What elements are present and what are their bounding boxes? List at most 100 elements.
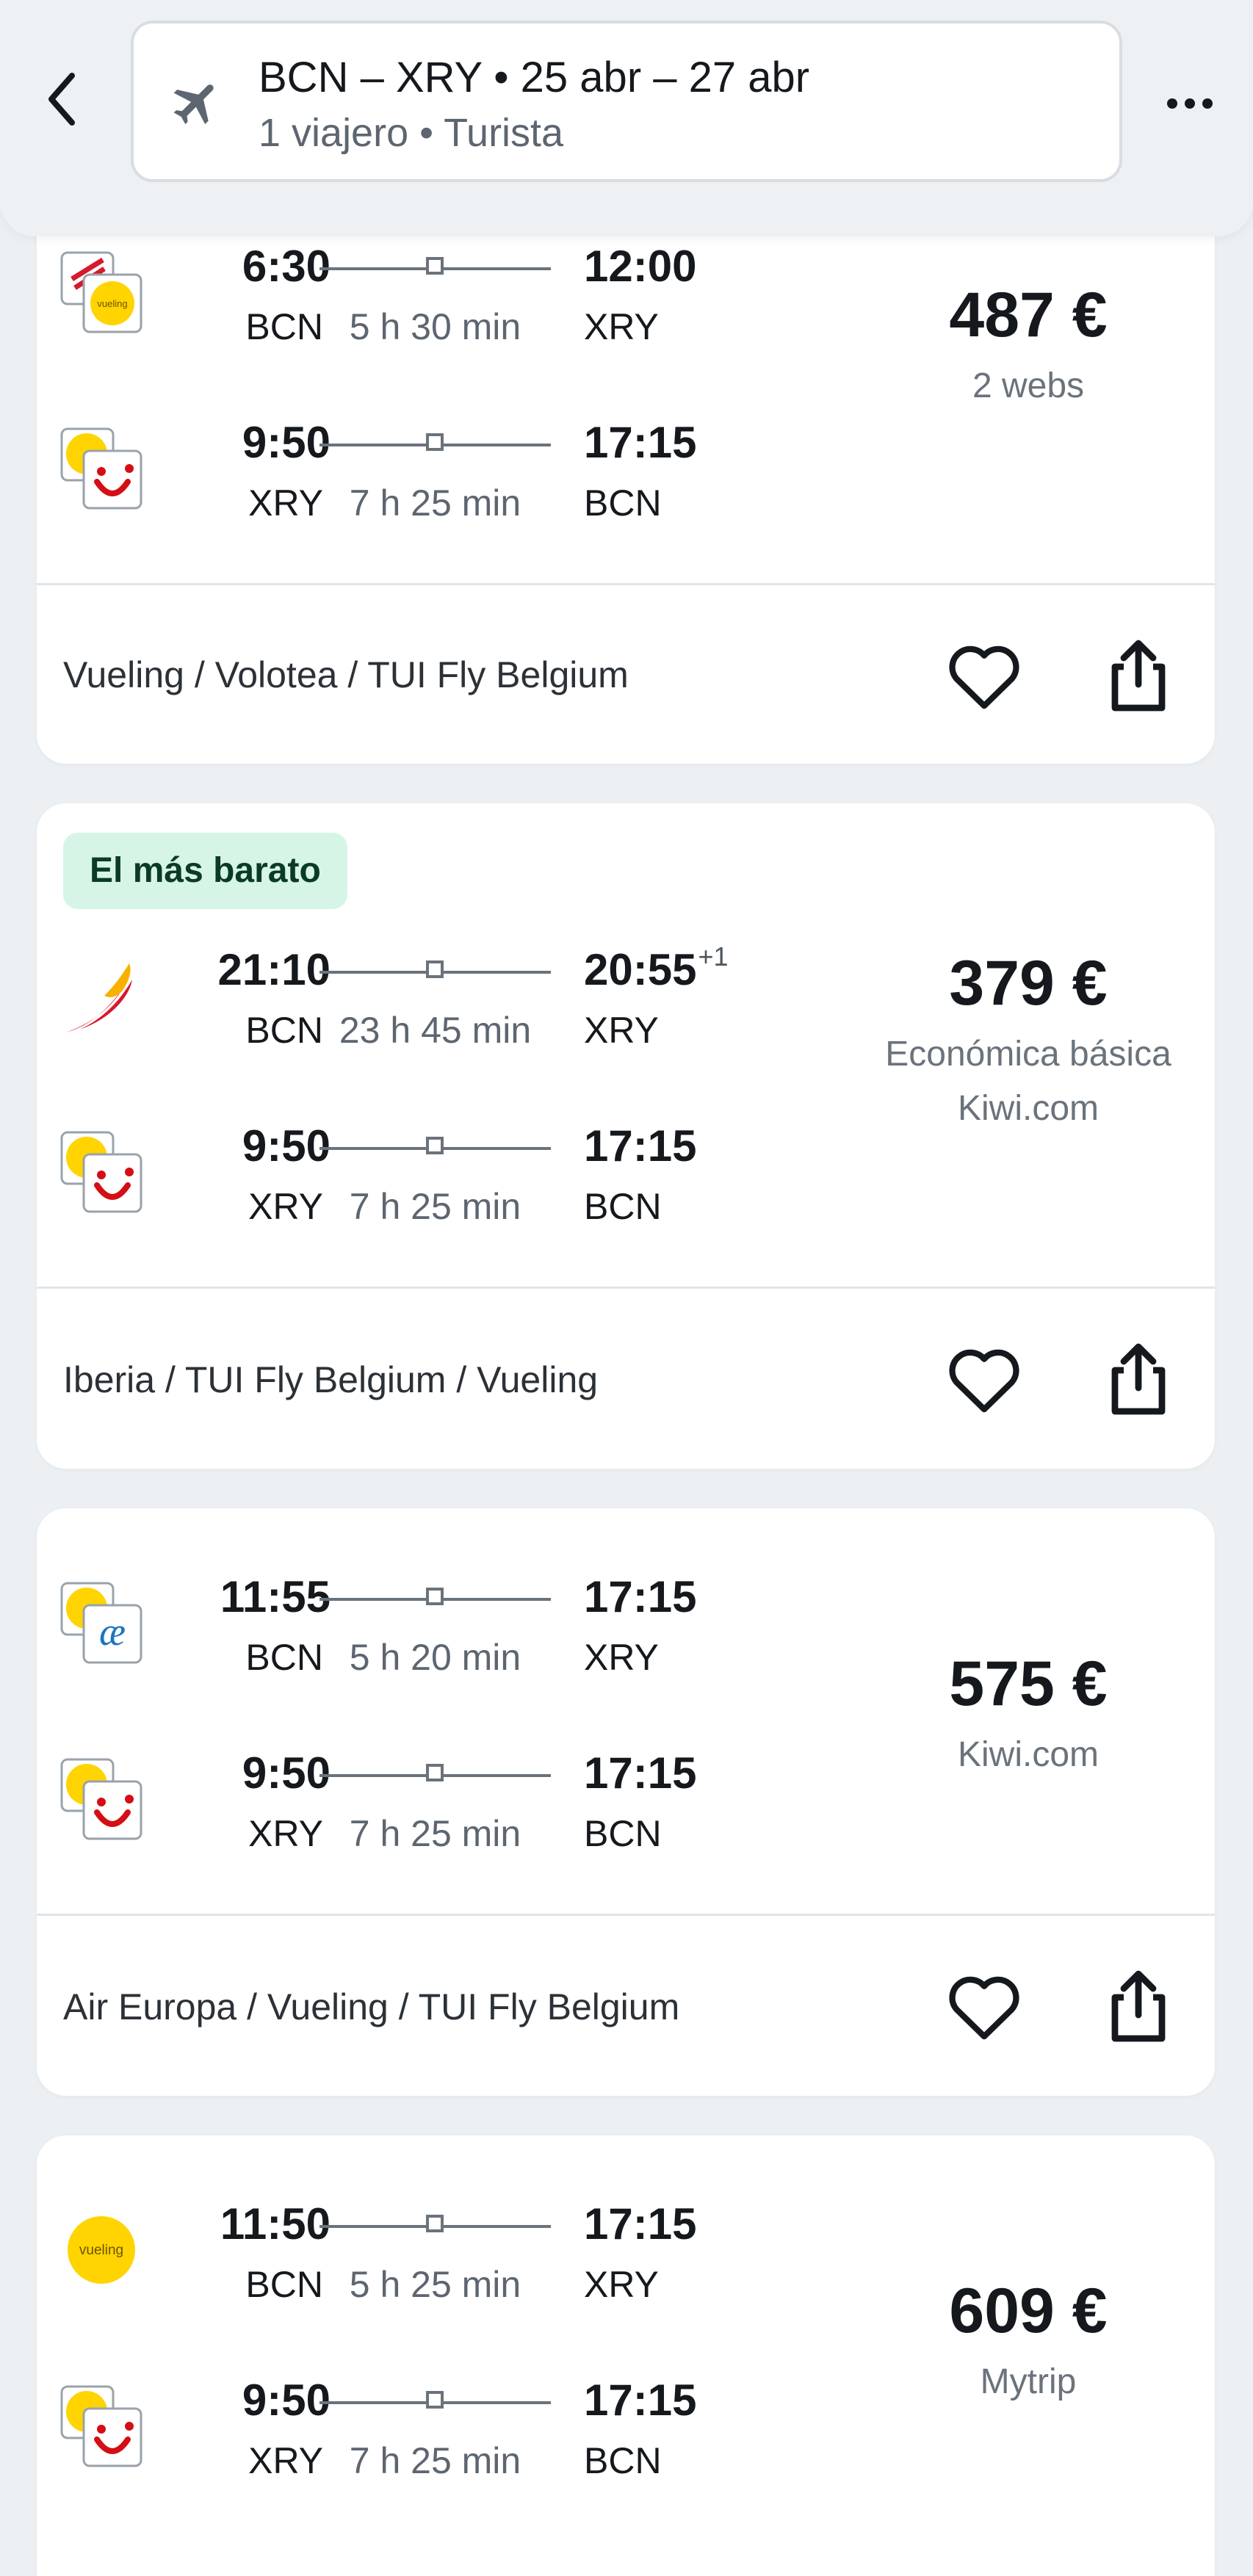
separator-dot: • xyxy=(494,54,509,101)
travelers: 1 viajero xyxy=(259,111,409,155)
arrival-time: 12:00 xyxy=(584,241,698,292)
search-route-line: BCN – XRY • 25 abr – 27 abr xyxy=(259,53,809,102)
share-button[interactable] xyxy=(1094,1335,1182,1423)
price-block: 575 € Kiwi.com xyxy=(793,1648,1215,1782)
stop-marker xyxy=(426,960,444,978)
destination-code: XRY xyxy=(584,1637,659,1678)
vueling-wordmark: vueling xyxy=(79,2243,123,2258)
stop-marker xyxy=(426,2391,444,2409)
arrival-time: 20:55+1 xyxy=(584,941,729,995)
vueling-tui-icon xyxy=(60,1131,142,1213)
route: BCN – XRY xyxy=(259,54,483,101)
share-icon xyxy=(1111,1343,1166,1415)
vueling-wordmark: vueling xyxy=(97,298,127,309)
arrival-time: 17:15 xyxy=(584,417,698,468)
arrival-time-text: 17:15 xyxy=(584,2199,697,2248)
separator-dot: • xyxy=(419,111,434,155)
price-block: 487 € 2 webs xyxy=(793,279,1215,413)
destination-code: BCN xyxy=(584,2440,662,2481)
return-leg: 9:50 17:15 XRY 7 h 25 min BCN xyxy=(37,1121,845,1267)
destination-code: BCN xyxy=(584,482,662,524)
outbound-leg: 21:10 20:55+1 BCN 23 h 45 min XRY xyxy=(37,941,845,1091)
arrival-time: 17:15 xyxy=(584,2199,698,2249)
favorite-button[interactable] xyxy=(940,1962,1028,2050)
cheapest-badge: El más barato xyxy=(63,833,347,909)
back-button[interactable] xyxy=(29,66,95,132)
divider xyxy=(37,1287,1215,1289)
top-bar: BCN – XRY • 25 abr – 27 abr 1 viajero • … xyxy=(0,0,1253,236)
search-summary[interactable]: BCN – XRY • 25 abr – 27 abr 1 viajero • … xyxy=(131,21,1122,182)
stop-marker xyxy=(426,2215,444,2232)
destination-code: BCN xyxy=(584,1186,662,1227)
departure-time: 9:50 xyxy=(242,1748,331,1798)
departure-time: 9:50 xyxy=(242,418,331,467)
price-provider[interactable]: Kiwi.com xyxy=(793,1728,1215,1782)
duration: 7 h 25 min xyxy=(349,1186,521,1227)
destination-code: XRY xyxy=(584,306,659,347)
share-button[interactable] xyxy=(1094,1962,1182,2050)
airplane-icon xyxy=(173,84,214,125)
iberia-vueling-icon: vueling xyxy=(60,251,142,333)
heart-icon xyxy=(949,1349,1019,1413)
arrival-time-text: 17:15 xyxy=(584,2376,697,2425)
price-block: 609 € Mytrip xyxy=(793,2275,1215,2409)
dot-icon xyxy=(1167,98,1177,109)
arrival-time: 17:15 xyxy=(584,1748,698,1798)
vueling-aireuropa-icon: æ xyxy=(60,1582,142,1664)
price-provider[interactable]: Mytrip xyxy=(793,2355,1215,2409)
duration: 5 h 25 min xyxy=(349,2264,521,2305)
arrival-time-text: 20:55 xyxy=(584,945,697,994)
favorite-button[interactable] xyxy=(940,632,1028,720)
outbound-leg: æ 11:55 17:15 BCN 5 h 20 min XRY xyxy=(37,1571,845,1718)
stop-marker xyxy=(426,433,444,451)
origin-code: XRY xyxy=(248,1186,323,1227)
flight-result-card[interactable]: æ 11:55 17:15 BCN 5 h 20 min XRY 9:50 17… xyxy=(37,1508,1215,2096)
origin-code: XRY xyxy=(248,482,323,524)
next-day-indicator: +1 xyxy=(698,941,729,972)
arrival-time: 17:15 xyxy=(584,1571,698,1622)
duration: 7 h 25 min xyxy=(349,1813,521,1854)
share-icon xyxy=(1111,1970,1166,2042)
divider xyxy=(37,583,1215,585)
origin-code: BCN xyxy=(245,306,323,347)
flight-result-card[interactable]: vueling 6:30 12:00 BCN 5 h 30 min XRY 9:… xyxy=(37,176,1215,764)
origin-code: BCN xyxy=(245,2264,323,2305)
flight-result-card[interactable]: El más barato 21:10 20:55+1 BCN 23 h 45 … xyxy=(37,803,1215,1469)
return-leg: 9:50 17:15 XRY 7 h 25 min BCN xyxy=(37,1748,845,1895)
arrival-time: 17:15 xyxy=(584,2375,698,2425)
price-provider[interactable]: Kiwi.com xyxy=(793,1082,1215,1136)
heart-icon xyxy=(949,1976,1019,2040)
vueling-icon: vueling xyxy=(68,2216,135,2284)
destination-code: XRY xyxy=(584,2264,659,2305)
dot-icon xyxy=(1185,98,1195,109)
vueling-tui-icon xyxy=(60,2385,142,2467)
more-options-button[interactable] xyxy=(1153,70,1227,137)
return-leg: 9:50 17:15 XRY 7 h 25 min BCN xyxy=(37,2375,845,2522)
origin-code: BCN xyxy=(245,1637,323,1678)
outbound-leg: vueling 6:30 12:00 BCN 5 h 30 min XRY xyxy=(37,241,845,388)
arrival-time-text: 17:15 xyxy=(584,1748,697,1798)
departure-time: 21:10 xyxy=(217,945,331,994)
dot-icon xyxy=(1202,98,1213,109)
stop-marker xyxy=(426,1137,444,1154)
arrival-time: 17:15 xyxy=(584,1121,698,1171)
favorite-button[interactable] xyxy=(940,1335,1028,1423)
price: 487 € xyxy=(949,280,1108,350)
airlines-list: Air Europa / Vueling / TUI Fly Belgium xyxy=(63,1986,680,2027)
arrival-time-text: 12:00 xyxy=(584,242,697,291)
duration: 5 h 20 min xyxy=(349,1637,521,1678)
price-provider[interactable]: 2 webs xyxy=(793,359,1215,413)
origin-code: BCN xyxy=(245,1010,323,1051)
stop-marker xyxy=(426,257,444,275)
arrival-time-text: 17:15 xyxy=(584,418,697,467)
airlines-list: Iberia / TUI Fly Belgium / Vueling xyxy=(63,1359,599,1400)
duration: 23 h 45 min xyxy=(339,1010,532,1051)
dates: 25 abr – 27 abr xyxy=(520,54,810,101)
chevron-left-icon xyxy=(48,73,75,126)
destination-code: XRY xyxy=(584,1010,659,1051)
share-button[interactable] xyxy=(1094,632,1182,720)
vueling-tui-icon xyxy=(60,427,142,510)
duration: 7 h 25 min xyxy=(349,482,521,524)
return-leg: 9:50 17:15 XRY 7 h 25 min BCN xyxy=(37,417,845,564)
flight-result-card[interactable]: vueling 11:50 17:15 BCN 5 h 25 min XRY 9… xyxy=(37,2135,1215,2576)
